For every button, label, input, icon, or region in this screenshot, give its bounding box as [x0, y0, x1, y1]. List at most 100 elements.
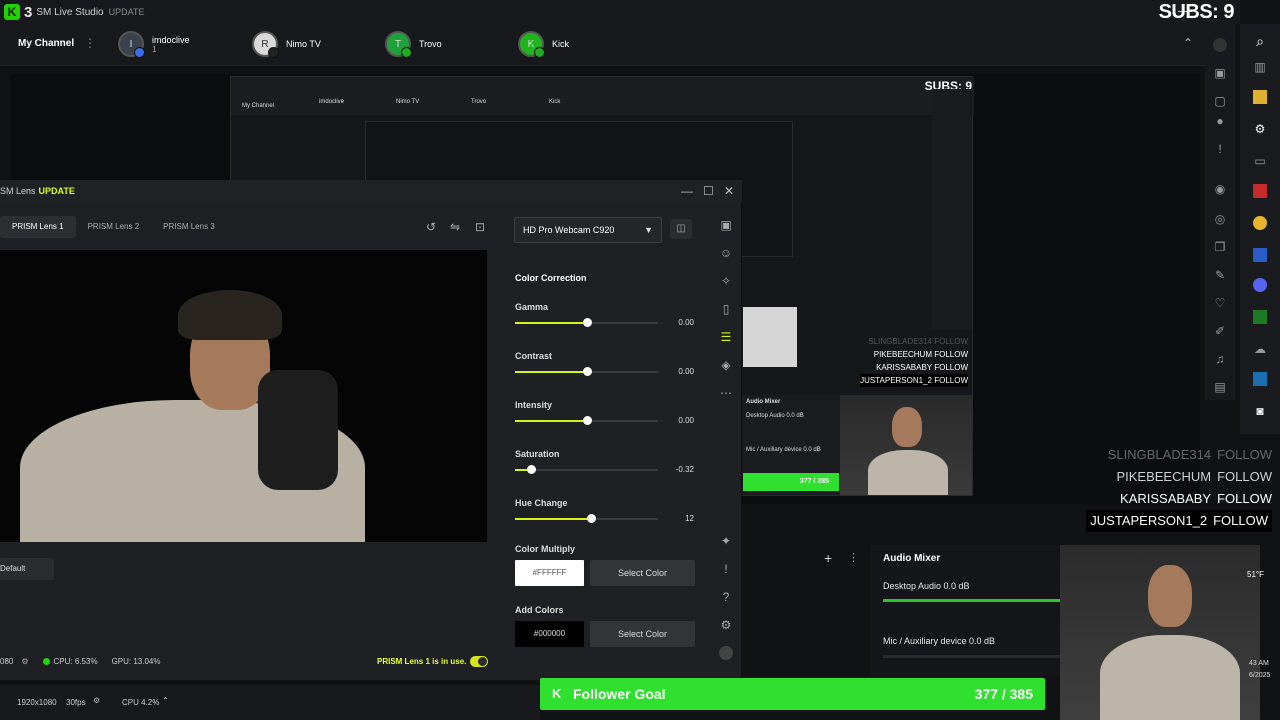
- gear-icon[interactable]: ⚙: [1253, 122, 1267, 136]
- update-label[interactable]: UPDATE: [109, 7, 145, 17]
- game-icon[interactable]: ✦: [719, 534, 733, 548]
- music-icon[interactable]: ♫: [1213, 352, 1227, 366]
- channel-kick[interactable]: K Kick: [518, 31, 570, 58]
- monitor-icon[interactable]: ▭: [1253, 154, 1267, 168]
- app-logo: K 3: [0, 4, 32, 21]
- add-source-icon[interactable]: +: [824, 550, 832, 566]
- nested-rail: [932, 89, 972, 329]
- cloud-icon[interactable]: ☁: [1253, 342, 1267, 356]
- trash-icon[interactable]: ▤: [1213, 380, 1227, 394]
- gear-icon[interactable]: ⚙: [719, 618, 733, 632]
- channel-sub: 1: [152, 44, 157, 54]
- capture-icon[interactable]: ◎: [1213, 212, 1227, 226]
- notice-icon[interactable]: !: [719, 562, 733, 576]
- comment-icon[interactable]: ●: [1213, 114, 1227, 128]
- search-icon[interactable]: ⌕: [1253, 34, 1267, 48]
- profile-icon[interactable]: [719, 646, 733, 660]
- slider-knob[interactable]: [582, 318, 592, 327]
- tab-lens-2[interactable]: PRISM Lens 2: [76, 216, 152, 238]
- lens-preview: [0, 250, 487, 542]
- help-icon[interactable]: ?: [719, 590, 733, 604]
- channel-menu-icon[interactable]: ⋮: [84, 36, 96, 50]
- layout-icon[interactable]: ▣: [1213, 66, 1227, 80]
- slider-knob[interactable]: [586, 514, 596, 523]
- adjust-icon[interactable]: ☰: [719, 330, 733, 344]
- camera-icon[interactable]: ◉: [1213, 182, 1227, 196]
- gear-icon[interactable]: ⚙: [21, 657, 28, 666]
- channel-trovo[interactable]: T Trovo: [385, 31, 442, 58]
- face-icon[interactable]: ☺: [719, 246, 733, 260]
- flip-icon[interactable]: ⇋: [448, 220, 462, 234]
- camera-select[interactable]: HD Pro Webcam C920 ▼: [514, 217, 662, 243]
- select-color-button[interactable]: Select Color: [590, 621, 695, 647]
- tab-lens-3[interactable]: PRISM Lens 3: [151, 216, 227, 238]
- folder-icon[interactable]: [1253, 90, 1267, 104]
- fit-icon[interactable]: ⊡: [473, 220, 487, 234]
- heart-icon[interactable]: ♡: [1213, 296, 1227, 310]
- lens-toggle[interactable]: [470, 656, 488, 667]
- slider-saturation[interactable]: [515, 465, 658, 474]
- nested-goal: 377 / 385: [743, 473, 839, 491]
- chrome-icon[interactable]: [1253, 216, 1267, 230]
- slider-value: -0.32: [675, 465, 694, 474]
- fps: 30fps: [66, 698, 86, 707]
- slider-label: Hue Change: [515, 498, 568, 508]
- sparkle-icon[interactable]: ✧: [719, 274, 733, 288]
- slider-contrast[interactable]: [515, 367, 658, 376]
- slider-fill: [515, 518, 591, 520]
- channel-name: imdoclive: [152, 34, 190, 45]
- app-title: SM Live Studio: [36, 6, 104, 18]
- obs-icon[interactable]: ◙: [1253, 404, 1267, 418]
- discord-icon[interactable]: [1253, 278, 1267, 292]
- channel-nimo[interactable]: R Nimo TV: [252, 31, 321, 58]
- slider-hue-change[interactable]: [515, 514, 658, 523]
- slider-gamma[interactable]: [515, 318, 658, 327]
- brush-icon[interactable]: ✐: [1213, 324, 1227, 338]
- chevron-up-icon[interactable]: ⌃: [1183, 36, 1193, 50]
- reset-icon[interactable]: ↺: [424, 220, 438, 234]
- nvidia-icon[interactable]: [1253, 310, 1267, 324]
- chevron-down-icon: ▼: [644, 225, 653, 235]
- avatar: K: [518, 31, 545, 58]
- nested-channel: imdoclive: [319, 99, 345, 105]
- slider-value: 0.00: [678, 367, 694, 376]
- my-channel-label[interactable]: My Channel: [18, 38, 74, 49]
- app-icon-red[interactable]: [1253, 184, 1267, 198]
- status-dot: [42, 658, 50, 665]
- status-bar: 1920x1080 30fps ⚙ CPU 4.2% ⌃: [0, 685, 540, 720]
- tab-lens-1[interactable]: PRISM Lens 1: [0, 216, 76, 238]
- profile-icon[interactable]: [1213, 38, 1227, 52]
- slider-label: Contrast: [515, 351, 553, 361]
- chevron-up-icon[interactable]: ⌃: [162, 696, 169, 705]
- steam-icon[interactable]: [1253, 372, 1267, 386]
- multiply-swatch[interactable]: #FFFFFF: [515, 560, 584, 586]
- copy-icon[interactable]: ❐: [1213, 240, 1227, 254]
- mixer-menu-icon[interactable]: ⋮: [848, 551, 859, 564]
- portrait-icon[interactable]: ▣: [719, 218, 733, 232]
- layers-icon[interactable]: ◈: [719, 358, 733, 372]
- webcam-overlay: [1060, 545, 1260, 720]
- close-icon[interactable]: ✕: [724, 184, 734, 198]
- subs-counter: SUBS: 9: [1158, 1, 1235, 23]
- chat-icon[interactable]: ▢: [1213, 94, 1227, 108]
- slider-knob[interactable]: [582, 416, 592, 425]
- minimize-icon[interactable]: —: [681, 184, 693, 198]
- default-button[interactable]: Default: [0, 558, 54, 580]
- gear-icon[interactable]: ⚙: [93, 696, 100, 705]
- channel-name: Kick: [552, 39, 570, 49]
- slider-knob[interactable]: [526, 465, 536, 474]
- slider-value: 0.00: [678, 416, 694, 425]
- camera-settings-icon[interactable]: ◫: [670, 219, 692, 239]
- notice-icon[interactable]: !: [1213, 142, 1227, 156]
- more-icon[interactable]: ⋯: [719, 386, 733, 400]
- store-icon[interactable]: [1253, 248, 1267, 262]
- page-icon[interactable]: ▯: [719, 302, 733, 316]
- maximize-icon[interactable]: ☐: [703, 184, 714, 198]
- book-icon[interactable]: ▥: [1253, 60, 1267, 74]
- add-swatch[interactable]: #000000: [515, 621, 584, 647]
- slider-knob[interactable]: [582, 367, 592, 376]
- pen-icon[interactable]: ✎: [1213, 268, 1227, 282]
- slider-intensity[interactable]: [515, 416, 658, 425]
- select-color-button[interactable]: Select Color: [590, 560, 695, 586]
- channel-imdoclive[interactable]: I imdoclive 1: [118, 31, 190, 58]
